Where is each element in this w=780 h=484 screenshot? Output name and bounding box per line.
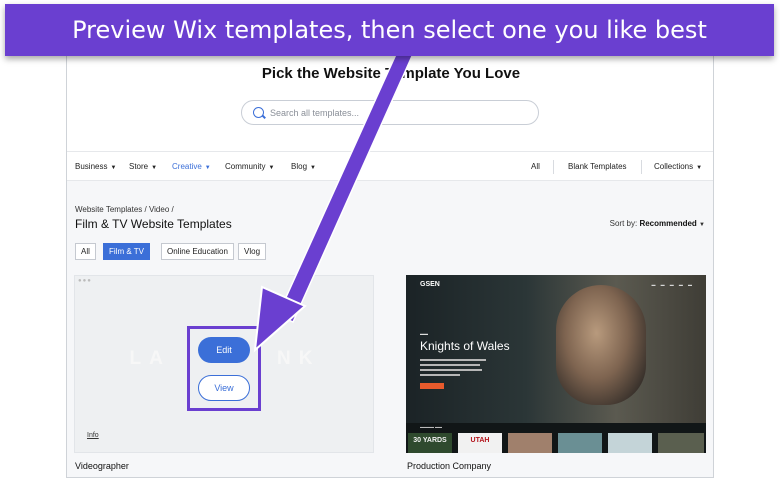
annotation-arrow	[253, 29, 422, 353]
arrow-shaft	[277, 29, 422, 324]
annotation-banner: Preview Wix templates, then select one y…	[5, 4, 774, 56]
stage: Pick the Website Template You Love Busin…	[0, 0, 780, 484]
